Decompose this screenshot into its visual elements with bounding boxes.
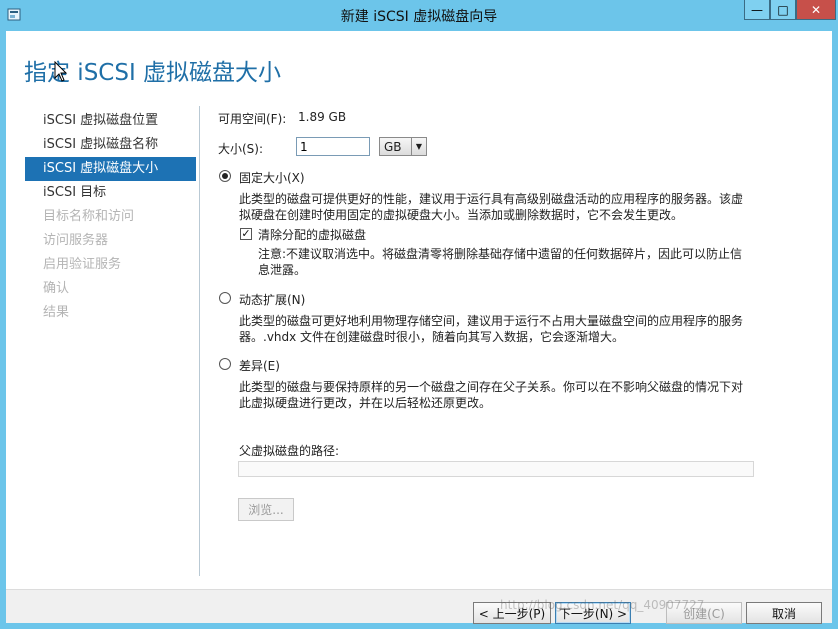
fixed-size-description: 此类型的磁盘可提供更好的性能，建议用于运行具有高级别磁盘活动的应用程序的服务器。… bbox=[239, 191, 759, 223]
maximize-button[interactable]: □ bbox=[770, 0, 796, 20]
minimize-icon: — bbox=[751, 2, 763, 17]
diff-desc-line: 此虚拟硬盘进行更改，并在以后轻松还原更改。 bbox=[239, 396, 492, 410]
nav-step-results: 结果 bbox=[43, 305, 70, 320]
differencing-label[interactable]: 差异(E) bbox=[239, 357, 280, 374]
nav-step-confirmation: 确认 bbox=[43, 281, 70, 296]
cancel-button[interactable]: 取消 bbox=[746, 602, 822, 624]
previous-button[interactable]: < 上一步(P) bbox=[473, 602, 551, 624]
note-line: 注意:不建议取消选中。将磁盘清零将删除基础存储中遗留的任何数据碎片，因此可以防止… bbox=[258, 247, 743, 261]
dynamic-desc-line: 此类型的磁盘可更好地利用物理存储空间，建议用于运行不占用大量磁盘空间的应用程序的… bbox=[239, 314, 744, 328]
dynamic-desc-line: 器。.vhdx 文件在创建磁盘时很小，随着向其写入数据，它会逐渐增大。 bbox=[239, 330, 625, 344]
parent-path-label: 父虚拟磁盘的路径: bbox=[239, 444, 340, 458]
fixed-desc-line: 拟硬盘在创建时使用固定的虚拟硬盘大小。当添加或删除数据时，它不会发生更改。 bbox=[239, 208, 684, 222]
free-space-label: 可用空间(F): bbox=[218, 112, 287, 126]
create-button[interactable]: 创建(C) bbox=[666, 602, 742, 624]
close-button[interactable]: ✕ bbox=[796, 0, 836, 20]
dynamic-expand-radio[interactable] bbox=[219, 292, 231, 304]
size-unit-dropdown[interactable]: GB ▼ bbox=[379, 137, 427, 156]
clear-disk-note: 注意:不建议取消选中。将磁盘清零将删除基础存储中遗留的任何数据碎片，因此可以防止… bbox=[258, 246, 758, 278]
window-title: 新建 iSCSI 虚拟磁盘向导 bbox=[340, 9, 498, 25]
maximize-icon: □ bbox=[777, 2, 789, 17]
nav-step-disk-location[interactable]: iSCSI 虚拟磁盘位置 bbox=[25, 109, 196, 133]
size-unit-value: GB bbox=[384, 139, 402, 154]
chevron-down-icon: ▼ bbox=[411, 138, 426, 155]
wizard-button-bar: < 上一步(P) 下一步(N) > 创建(C) 取消 bbox=[6, 589, 832, 624]
fixed-size-radio[interactable] bbox=[219, 170, 231, 182]
size-input[interactable] bbox=[296, 137, 370, 156]
fixed-desc-line: 此类型的磁盘可提供更好的性能，建议用于运行具有高级别磁盘活动的应用程序的服务器。… bbox=[239, 192, 744, 206]
minimize-button[interactable]: — bbox=[744, 0, 770, 20]
dynamic-expand-description: 此类型的磁盘可更好地利用物理存储空间，建议用于运行不占用大量磁盘空间的应用程序的… bbox=[239, 313, 759, 345]
nav-step-target-name-access: 目标名称和访问 bbox=[43, 209, 135, 224]
nav-step-access-servers: 访问服务器 bbox=[43, 233, 109, 248]
nav-step-disk-size[interactable]: iSCSI 虚拟磁盘大小 bbox=[25, 157, 196, 181]
checkmark-icon: ✓ bbox=[241, 227, 251, 240]
clear-disk-label[interactable]: 清除分配的虚拟磁盘 bbox=[258, 226, 366, 243]
differencing-radio[interactable] bbox=[219, 358, 231, 370]
nav-step-enable-auth: 启用验证服务 bbox=[43, 257, 122, 272]
title-bar: 新建 iSCSI 虚拟磁盘向导 — □ ✕ bbox=[0, 0, 838, 31]
note-line: 息泄露。 bbox=[258, 263, 307, 277]
clear-disk-checkbox[interactable]: ✓ bbox=[240, 228, 252, 240]
wizard-step-list: iSCSI 虚拟磁盘位置 iSCSI 虚拟磁盘名称 iSCSI 虚拟磁盘大小 i… bbox=[25, 109, 196, 325]
fixed-size-label[interactable]: 固定大小(X) bbox=[239, 169, 305, 186]
browse-button[interactable]: 浏览... bbox=[238, 498, 294, 521]
size-label: 大小(S): bbox=[218, 142, 264, 156]
nav-step-iscsi-target[interactable]: iSCSI 目标 bbox=[25, 181, 196, 205]
differencing-description: 此类型的磁盘与要保持原样的另一个磁盘之间存在父子关系。你可以在不影响父磁盘的情况… bbox=[239, 379, 759, 411]
free-space-value: 1.89 GB bbox=[298, 110, 347, 124]
wizard-client-area: 指定 iSCSI 虚拟磁盘大小 iSCSI 虚拟磁盘位置 iSCSI 虚拟磁盘名… bbox=[6, 31, 832, 624]
dynamic-expand-label[interactable]: 动态扩展(N) bbox=[239, 291, 305, 308]
nav-step-disk-name[interactable]: iSCSI 虚拟磁盘名称 bbox=[25, 133, 196, 157]
diff-desc-line: 此类型的磁盘与要保持原样的另一个磁盘之间存在父子关系。你可以在不影响父磁盘的情况… bbox=[239, 380, 744, 394]
mouse-cursor-icon bbox=[54, 61, 68, 82]
nav-divider bbox=[199, 106, 200, 576]
next-button[interactable]: 下一步(N) > bbox=[555, 602, 631, 624]
parent-path-input[interactable] bbox=[238, 461, 754, 477]
close-icon: ✕ bbox=[810, 2, 822, 17]
